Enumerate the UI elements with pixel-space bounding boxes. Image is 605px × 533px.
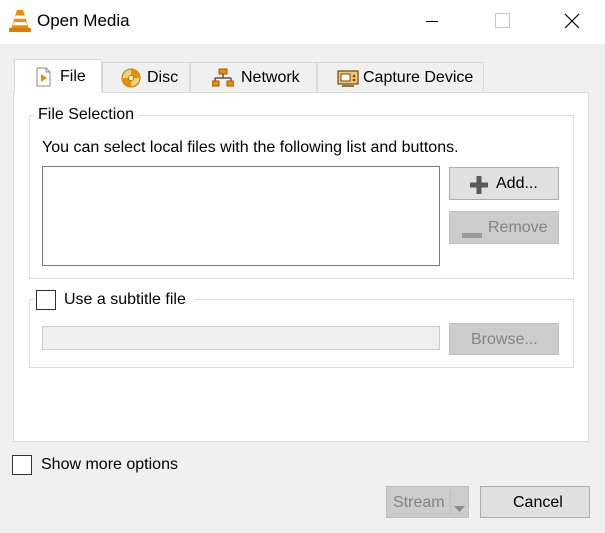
cancel-button[interactable]: Cancel (480, 486, 590, 518)
file-icon (34, 67, 54, 87)
minimize-button[interactable] (409, 0, 455, 44)
network-icon (211, 68, 235, 88)
file-tab-panel: File Selection You can select local file… (13, 92, 589, 442)
remove-button[interactable]: Remove (449, 211, 559, 244)
close-icon (564, 13, 580, 29)
subtitle-checkbox-label: Use a subtitle file (64, 291, 186, 308)
browse-button[interactable]: Browse... (449, 323, 559, 355)
tab-disc[interactable]: Disc (102, 62, 190, 92)
stream-split-button[interactable]: Stream (386, 486, 469, 518)
maximize-button[interactable] (478, 0, 524, 44)
tab-disc-label: Disc (147, 69, 179, 86)
vlc-cone-icon (9, 8, 31, 34)
cancel-button-label: Cancel (513, 494, 563, 511)
file-list[interactable] (42, 166, 440, 266)
tab-network[interactable]: Network (190, 62, 317, 92)
tab-file-label: File (60, 68, 86, 85)
open-media-dialog: Open Media File Disc Network Capture Dev… (0, 0, 605, 533)
show-more-options-label: Show more options (41, 456, 178, 473)
browse-button-label: Browse... (471, 331, 538, 348)
title-bar[interactable]: Open Media (0, 0, 605, 44)
add-button-label: Add... (496, 175, 538, 192)
add-button[interactable]: Add... (449, 167, 559, 200)
minus-icon (462, 226, 482, 244)
close-button[interactable] (548, 0, 594, 44)
disc-icon (121, 68, 141, 88)
minimize-icon (426, 21, 438, 22)
maximize-icon (495, 13, 510, 28)
tab-file[interactable]: File (14, 59, 102, 93)
file-selection-description: You can select local files with the foll… (42, 139, 459, 156)
tab-capture-device[interactable]: Capture Device (317, 62, 484, 92)
plus-icon (470, 176, 488, 199)
remove-button-label: Remove (488, 219, 548, 236)
stream-split-divider (450, 490, 451, 514)
show-more-options-checkbox[interactable] (12, 455, 32, 475)
chevron-down-icon[interactable] (454, 500, 465, 518)
file-selection-title: File Selection (34, 106, 139, 124)
window-title: Open Media (37, 11, 130, 30)
subtitle-path-field[interactable] (42, 326, 440, 350)
capture-device-icon (337, 68, 359, 88)
tab-network-label: Network (241, 69, 300, 86)
subtitle-checkbox[interactable] (36, 290, 56, 310)
stream-button-label: Stream (393, 494, 445, 511)
tab-capture-device-label: Capture Device (363, 69, 474, 86)
